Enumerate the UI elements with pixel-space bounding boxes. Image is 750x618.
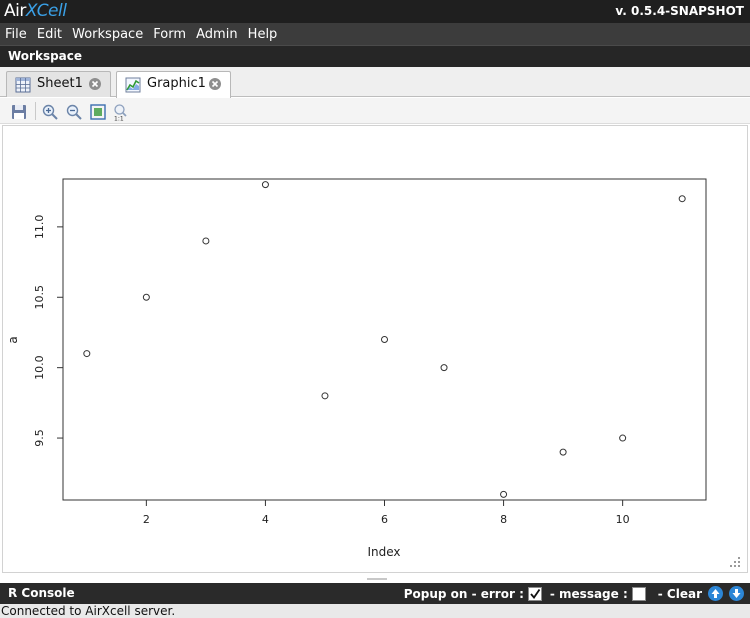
- x-tick-label: 10: [616, 513, 630, 526]
- tab-bar: Sheet1 Graphic1: [0, 67, 750, 98]
- data-point: [440, 364, 448, 372]
- app-logo: AirXCell: [4, 0, 67, 23]
- popup-message-label: - message :: [549, 586, 628, 601]
- x-tick-label: 8: [500, 513, 507, 526]
- splitter-grip[interactable]: [367, 578, 387, 580]
- toolbar-separator: [35, 102, 36, 120]
- data-point: [142, 293, 150, 301]
- y-tick-label: 11.0: [33, 215, 46, 240]
- zoom-fit-icon[interactable]: [89, 103, 107, 121]
- data-point: [321, 392, 329, 400]
- graphic-canvas: 2 4 6 8 10 9.5 10.0 10.5 11.0 Index a: [2, 125, 748, 573]
- workspace-header: Workspace: [0, 45, 750, 67]
- grid-icon: [15, 77, 31, 93]
- tab-sheet1[interactable]: Sheet1: [6, 71, 111, 97]
- console-title: R Console: [8, 586, 75, 600]
- logo-text-air: Air: [4, 1, 26, 21]
- close-icon[interactable]: [208, 77, 222, 91]
- data-point: [559, 448, 567, 456]
- workspace-title: Workspace: [8, 49, 83, 63]
- y-tick-label: 9.5: [33, 429, 46, 447]
- svg-text:1:1: 1:1: [114, 116, 124, 122]
- data-point: [202, 237, 210, 245]
- data-points: [83, 181, 686, 498]
- console-controls: Popup on - error : - message : - Clear: [404, 585, 744, 602]
- menu-file[interactable]: File: [0, 24, 27, 46]
- menu-help[interactable]: Help: [243, 24, 278, 46]
- chart-icon: [125, 77, 141, 93]
- tab-label: Sheet1: [37, 76, 83, 91]
- title-bar: AirXCell v. 0.5.4-SNAPSHOT: [0, 0, 750, 23]
- status-bar: Connected to AirXcell server.: [0, 604, 750, 618]
- y-tick-label: 10.5: [33, 285, 46, 310]
- tab-label: Graphic1: [147, 76, 206, 91]
- arrow-up-icon[interactable]: [708, 586, 723, 601]
- popup-error-label: Popup on - error :: [403, 586, 524, 601]
- version-label: v. 0.5.4-SNAPSHOT: [615, 4, 744, 18]
- x-axis-label: Index: [367, 545, 400, 559]
- menu-edit[interactable]: Edit: [32, 24, 62, 46]
- data-point: [83, 350, 91, 358]
- menu-admin[interactable]: Admin: [191, 24, 237, 46]
- tab-graphic1[interactable]: Graphic1: [116, 71, 231, 98]
- resize-grip-icon[interactable]: [730, 557, 740, 567]
- message-popup-checkbox[interactable]: [631, 586, 646, 601]
- y-axis: 9.5 10.0 10.5 11.0: [33, 215, 63, 447]
- data-point: [678, 195, 686, 203]
- save-icon[interactable]: [10, 103, 28, 121]
- data-point: [261, 181, 269, 189]
- zoom-in-icon[interactable]: [41, 103, 59, 121]
- logo-text-xcell: XCell: [25, 1, 67, 21]
- menu-workspace[interactable]: Workspace: [67, 24, 143, 46]
- x-tick-label: 6: [381, 513, 388, 526]
- console-splitter[interactable]: [0, 574, 750, 583]
- data-point: [500, 490, 508, 498]
- data-point: [381, 336, 388, 343]
- menu-bar: File Edit Workspace Form Admin Help: [0, 23, 750, 45]
- error-popup-checkbox[interactable]: [527, 586, 542, 601]
- console-bar: R Console Popup on - error : - message :…: [0, 583, 750, 604]
- plot-frame: [62, 178, 707, 501]
- y-tick-label: 10.0: [33, 355, 46, 380]
- arrow-down-icon[interactable]: [729, 586, 744, 601]
- menu-form[interactable]: Form: [148, 24, 186, 46]
- x-tick-label: 4: [262, 513, 269, 526]
- data-point: [619, 434, 627, 442]
- close-icon[interactable]: [88, 77, 102, 91]
- x-axis: 2 4 6 8 10: [143, 500, 630, 526]
- zoom-actual-icon[interactable]: 1:1: [112, 103, 130, 121]
- x-tick-label: 2: [143, 513, 150, 526]
- scatter-plot: 2 4 6 8 10 9.5 10.0 10.5 11.0 Index a: [6, 178, 740, 567]
- y-axis-label: a: [6, 336, 20, 343]
- check-icon: [530, 588, 541, 599]
- clear-label[interactable]: - Clear: [658, 587, 702, 601]
- graphic-toolbar: 1:1: [0, 98, 750, 124]
- zoom-out-icon[interactable]: [65, 103, 83, 121]
